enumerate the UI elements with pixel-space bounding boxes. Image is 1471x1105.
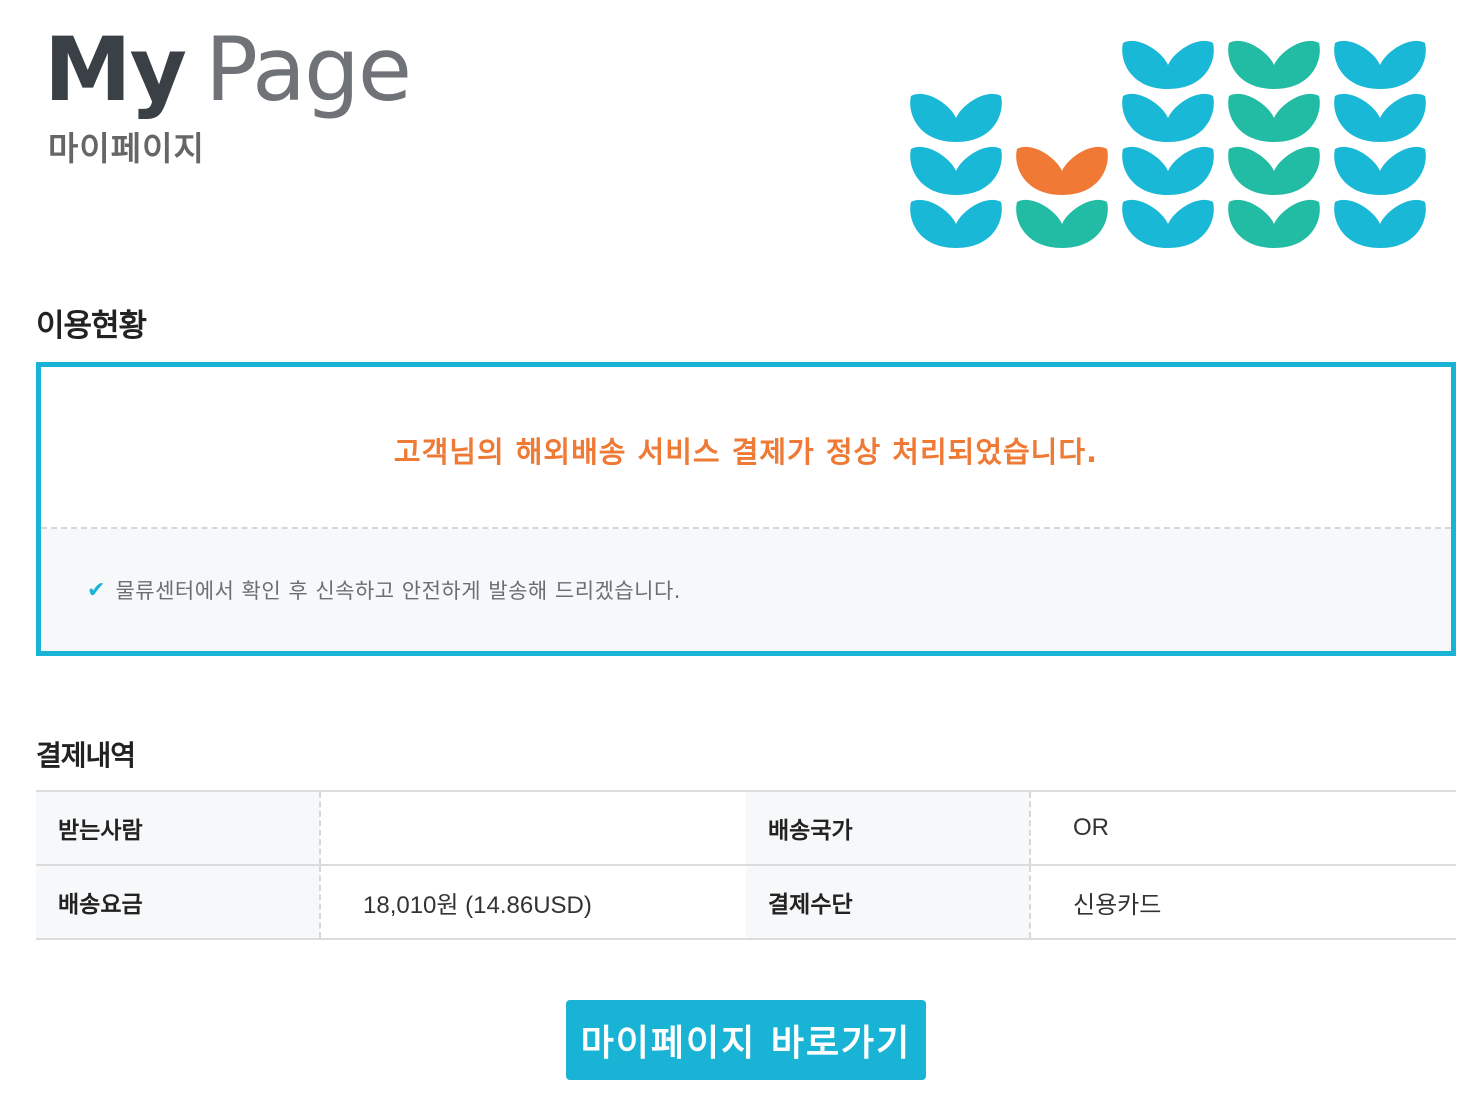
leaf-shape <box>910 146 1002 195</box>
payment-method-value: 신용카드 <box>1073 891 1162 919</box>
mypage-button[interactable]: 마이페이지 바로가기 <box>566 1000 926 1080</box>
shipping-fee-label: 배송요금 <box>36 865 321 939</box>
leaf-pattern-icon <box>910 40 1426 248</box>
status-message: 고객님의 해외배송 서비스 결제가 정상 처리되었습니다. <box>393 435 1099 469</box>
leaf-shape <box>1122 93 1214 142</box>
leaf-shape <box>1334 146 1426 195</box>
leaf-shape <box>1016 199 1108 248</box>
page-subtitle: 마이페이지 <box>48 129 205 168</box>
payment-method-label: 결제수단 <box>746 865 1031 939</box>
leaf-shape <box>1228 146 1320 195</box>
payment-table: 받는사람 배송국가 OR 배송요금 18,010원 (14.86USD) 결제수… <box>36 790 1456 940</box>
shipping-fee-value: 18,010원 (14.86USD) <box>363 891 592 919</box>
leaf-shape <box>910 93 1002 142</box>
leaf-shape <box>1334 199 1426 248</box>
title-block: My Page 마이페이지 <box>44 22 412 170</box>
leaf-shape <box>1228 93 1320 142</box>
leaf-shape <box>910 199 1002 248</box>
table-row: 받는사람 배송국가 OR <box>36 791 1456 865</box>
page-title-light: Page <box>204 18 412 121</box>
page-title-bold: My <box>44 18 187 121</box>
status-box: 고객님의 해외배송 서비스 결제가 정상 처리되었습니다. ✔ 물류센터에서 확… <box>36 362 1456 656</box>
checkmark-icon: ✔ <box>87 577 106 603</box>
leaf-shape <box>1122 40 1214 89</box>
leaf-shape <box>1228 40 1320 89</box>
status-section-title: 이용현황 <box>36 308 147 344</box>
leaf-shape <box>1122 199 1214 248</box>
country-value: OR <box>1073 814 1109 841</box>
recipient-value <box>320 791 746 865</box>
leaf-shape <box>1016 146 1108 195</box>
recipient-label: 받는사람 <box>36 791 321 865</box>
table-row: 배송요금 18,010원 (14.86USD) 결제수단 신용카드 <box>36 865 1456 939</box>
status-note: 물류센터에서 확인 후 신속하고 안전하게 발송해 드리겠습니다. <box>115 579 681 603</box>
payment-section-title: 결제내역 <box>36 739 136 772</box>
page-title: My Page <box>44 22 412 118</box>
status-note-area: ✔ 물류센터에서 확인 후 신속하고 안전하게 발송해 드리겠습니다. <box>41 529 1451 651</box>
leaf-shape <box>1228 199 1320 248</box>
status-message-area: 고객님의 해외배송 서비스 결제가 정상 처리되었습니다. <box>41 367 1451 529</box>
country-label: 배송국가 <box>746 791 1031 865</box>
leaf-shape <box>1334 93 1426 142</box>
page-header: My Page 마이페이지 <box>0 0 1471 270</box>
leaf-shape <box>1122 146 1214 195</box>
leaf-shape <box>1334 40 1426 89</box>
